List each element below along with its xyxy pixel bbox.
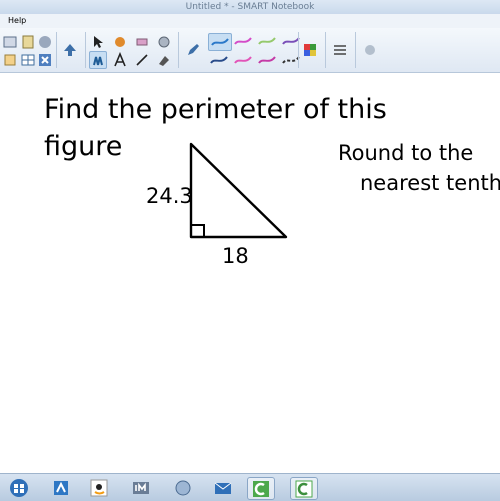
- line-style-icon[interactable]: [332, 42, 348, 58]
- pen-icon[interactable]: [89, 51, 107, 69]
- select-icon[interactable]: [90, 34, 106, 50]
- pen-style-blue[interactable]: [208, 33, 232, 51]
- vertical-side-label: 24.3: [146, 184, 193, 208]
- im-icon[interactable]: [128, 477, 154, 498]
- notebook-icon[interactable]: [48, 477, 74, 498]
- page-icon[interactable]: [2, 52, 18, 68]
- capture-icon[interactable]: [156, 34, 172, 50]
- pen-style-fuchsia[interactable]: [256, 52, 278, 68]
- clipboard-icon[interactable]: [20, 34, 36, 50]
- separator: [178, 32, 179, 68]
- eraser-icon[interactable]: [134, 34, 150, 50]
- browser-icon[interactable]: [170, 477, 196, 498]
- properties-icon[interactable]: [362, 42, 378, 58]
- screen-shade-icon[interactable]: [62, 42, 78, 58]
- pen-style-green[interactable]: [256, 33, 278, 49]
- pen-style-navy[interactable]: [208, 52, 230, 68]
- close-icon[interactable]: [37, 52, 53, 68]
- windows-start-icon[interactable]: [6, 477, 32, 498]
- note-line-1: Round to the: [338, 141, 473, 165]
- toolbar: [0, 28, 500, 73]
- prompt-line-1: Find the perimeter of this: [44, 94, 387, 125]
- smart-icon[interactable]: [290, 477, 318, 500]
- amazon-icon[interactable]: [86, 477, 112, 498]
- mail-icon[interactable]: [210, 477, 236, 498]
- separator: [355, 32, 356, 68]
- menu-bar: Help: [0, 14, 500, 28]
- notebook-page[interactable]: Find the perimeter of this figure Round …: [0, 73, 500, 473]
- paste-icon[interactable]: [37, 34, 53, 50]
- horizontal-side-label: 18: [222, 244, 249, 268]
- menu-help[interactable]: Help: [8, 14, 26, 28]
- separator: [56, 32, 57, 68]
- pencil-icon[interactable]: [185, 42, 201, 58]
- separator: [85, 32, 86, 68]
- separator: [325, 32, 326, 68]
- pen-style-magenta[interactable]: [232, 33, 254, 49]
- right-triangle: [189, 142, 288, 239]
- undo-icon[interactable]: [2, 34, 18, 50]
- fill-icon[interactable]: [156, 52, 172, 68]
- pen-style-pink[interactable]: [232, 52, 254, 68]
- prompt-line-2: figure: [44, 131, 122, 162]
- page-drawing: Find the perimeter of this figure Round …: [44, 94, 500, 268]
- camtasia-icon[interactable]: [247, 477, 275, 500]
- magic-pen-icon[interactable]: [112, 34, 128, 50]
- right-angle-marker: [191, 224, 205, 237]
- taskbar: [0, 473, 500, 501]
- title-bar: Untitled * - SMART Notebook: [0, 0, 500, 14]
- window-title: Untitled * - SMART Notebook: [185, 2, 315, 12]
- separator: [298, 32, 299, 68]
- color-palette-icon[interactable]: [302, 42, 318, 58]
- line-icon[interactable]: [134, 52, 150, 68]
- table-icon[interactable]: [20, 52, 36, 68]
- note-line-2: nearest tenth: [360, 171, 500, 195]
- text-icon[interactable]: [112, 52, 128, 68]
